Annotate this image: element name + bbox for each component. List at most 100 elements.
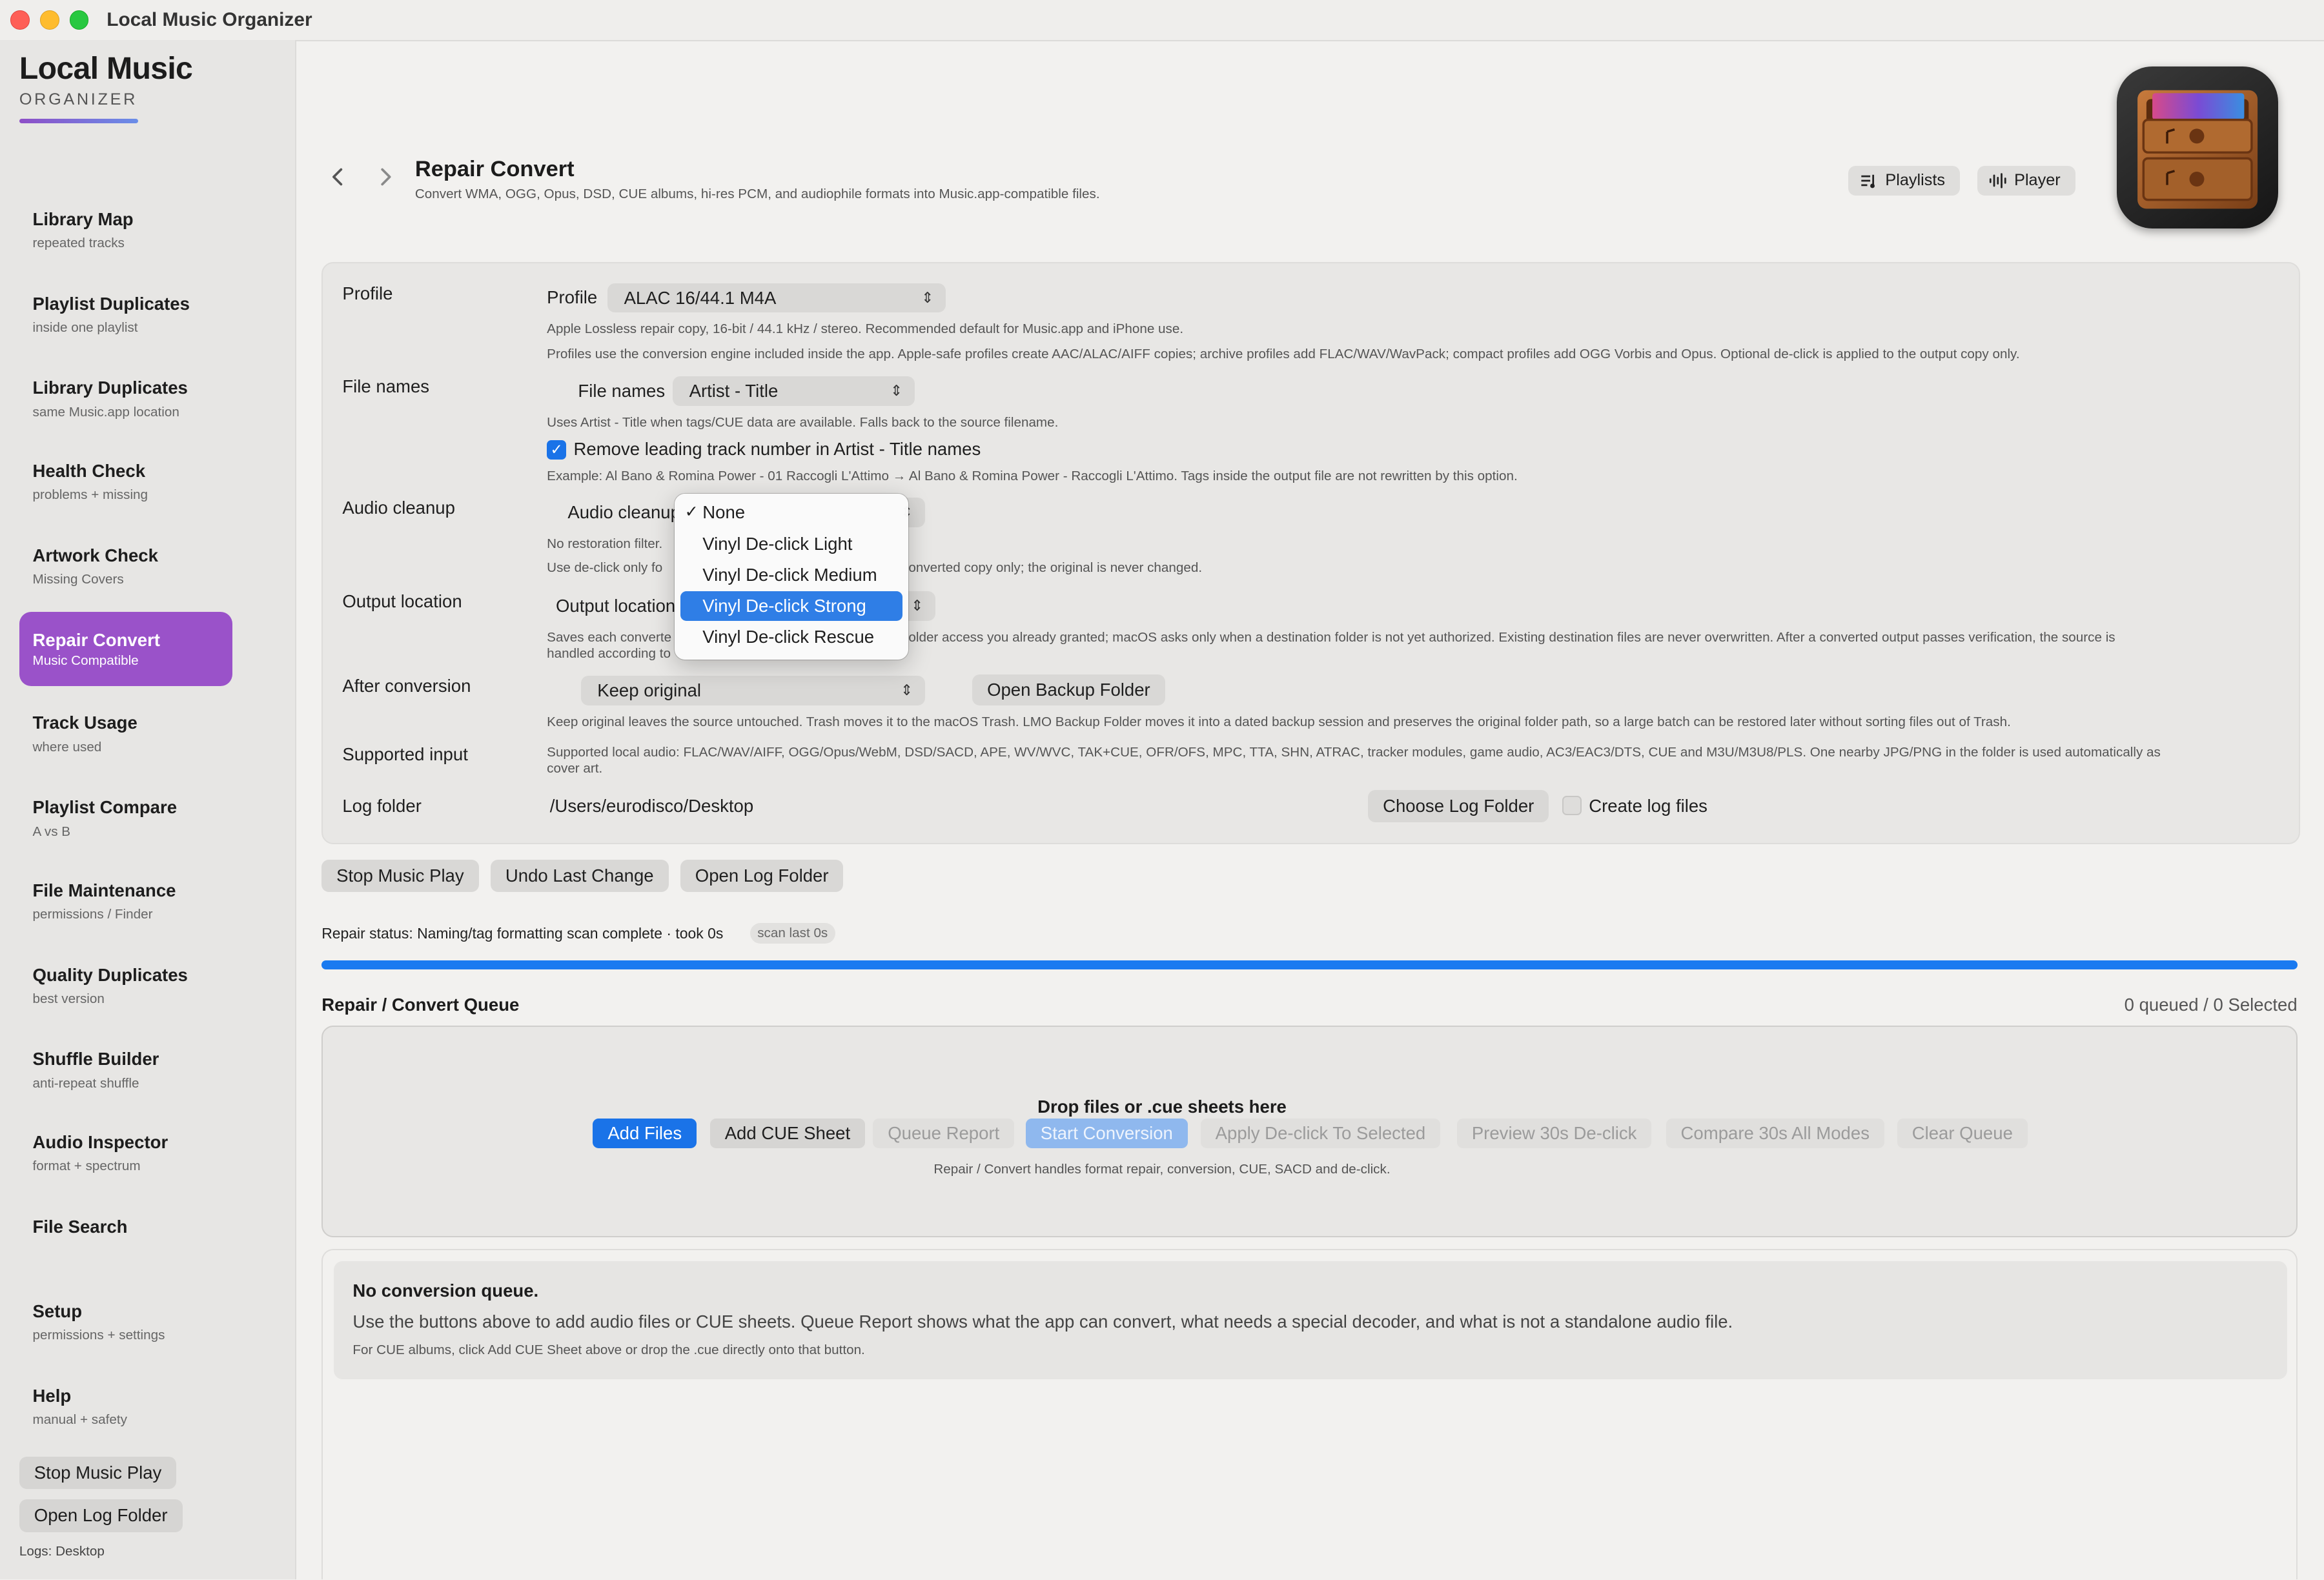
zoom-window-button[interactable] <box>69 10 89 30</box>
sidebar-item-quality-duplicates[interactable]: Quality Duplicates best version <box>19 956 233 1030</box>
sidebar-item-sub: permissions / Finder <box>32 907 153 922</box>
sidebar-item-artwork-check[interactable]: Artwork Check Missing Covers <box>19 536 233 611</box>
sidebar-item-file-maintenance[interactable]: File Maintenance permissions / Finder <box>19 871 233 946</box>
page-title: Repair Convert <box>414 157 575 182</box>
file-names-popup[interactable]: Artist - Title ⇕ <box>673 376 915 407</box>
queue-count: 0 queued / 0 Selected <box>2124 994 2298 1015</box>
sidebar-item-playlist-duplicates[interactable]: Playlist Duplicates inside one playlist <box>19 285 233 359</box>
audio-cleanup-row-label: Audio cleanup <box>342 498 455 518</box>
empty-state-title: No conversion queue. <box>352 1280 539 1301</box>
sidebar-item-label: Library Map <box>32 208 134 229</box>
stop-music-play-button[interactable]: Stop Music Play <box>321 859 479 893</box>
output-note-left: Saves each converte <box>547 629 672 645</box>
open-log-folder-button[interactable]: Open Log Folder <box>680 859 844 893</box>
add-cue-sheet-button[interactable]: Add CUE Sheet <box>709 1119 866 1149</box>
compare-all-modes-button[interactable]: Compare 30s All Modes <box>1666 1119 1884 1149</box>
sidebar-item-label: File Maintenance <box>32 880 176 900</box>
sidebar-item-audio-inspector[interactable]: Audio Inspector format + spectrum <box>19 1123 233 1197</box>
menu-item-none[interactable]: ✓ None <box>680 498 902 527</box>
sidebar-item-sub: repeated tracks <box>32 236 125 251</box>
apply-declick-button[interactable]: Apply De-click To Selected <box>1200 1119 1441 1149</box>
updown-chevron-icon: ⇕ <box>901 681 913 698</box>
chevron-right-icon[interactable] <box>376 166 394 193</box>
sidebar-item-sub: where used <box>32 739 102 755</box>
choose-log-folder-button[interactable]: Choose Log Folder <box>1368 789 1549 823</box>
menu-item-label: Vinyl De-click Medium <box>702 564 877 585</box>
menu-item-vinyl-declick-rescue[interactable]: Vinyl De-click Rescue <box>680 622 902 652</box>
minimize-window-button[interactable] <box>39 10 59 30</box>
create-log-files-label: Create log files <box>1589 795 1707 816</box>
sidebar-item-file-search[interactable]: File Search <box>19 1208 233 1282</box>
sidebar-open-log-button[interactable]: Open Log Folder <box>19 1499 183 1532</box>
sidebar-item-label: File Search <box>32 1216 128 1237</box>
waveform-icon <box>1989 166 2007 206</box>
repair-progress-fill <box>321 960 2298 969</box>
sidebar-item-playlist-compare[interactable]: Playlist Compare A vs B <box>19 788 233 862</box>
start-conversion-button[interactable]: Start Conversion <box>1025 1119 1188 1149</box>
sidebar-item-repair-convert[interactable]: Repair Convert Music Compatible <box>19 612 233 686</box>
preview-declick-button[interactable]: Preview 30s De-click <box>1456 1119 1652 1149</box>
profile-popup[interactable]: ALAC 16/44.1 M4A ⇕ <box>607 283 946 313</box>
repair-status-text: Repair status: Naming/tag formatting sca… <box>321 924 724 942</box>
sidebar-item-label: Playlist Duplicates <box>32 293 190 314</box>
after-conversion-note: Keep original leaves the source untouche… <box>547 714 2011 729</box>
window-title: Local Music Organizer <box>107 8 312 30</box>
updown-chevron-icon: ⇕ <box>921 289 934 306</box>
sidebar-item-label: Help <box>32 1385 72 1406</box>
audio-cleanup-note: No restoration filter. <box>547 536 663 552</box>
menu-item-vinyl-declick-medium[interactable]: Vinyl De-click Medium <box>680 560 902 590</box>
sidebar-item-setup[interactable]: Setup permissions + settings <box>19 1292 233 1366</box>
sidebar-item-sub: Music Compatible <box>32 653 139 669</box>
output-note-line2: handled according to <box>547 646 671 661</box>
chevron-left-icon[interactable] <box>329 166 347 193</box>
output-location-row-label: Output location <box>342 591 462 612</box>
undo-last-change-button[interactable]: Undo Last Change <box>490 859 669 893</box>
file-names-example: Example: Al Bano & Romina Power - 01 Rac… <box>547 468 1518 483</box>
drop-zone-hint: Repair / Convert handles format repair, … <box>933 1161 1391 1177</box>
sidebar-stop-music-button[interactable]: Stop Music Play <box>19 1456 177 1490</box>
clear-queue-button[interactable]: Clear Queue <box>1897 1119 2028 1149</box>
sidebar-item-track-usage[interactable]: Track Usage where used <box>19 704 233 778</box>
audio-cleanup-declick-note-right: onverted copy only; the original is neve… <box>908 560 1203 575</box>
sidebar-item-library-duplicates[interactable]: Library Duplicates same Music.app locati… <box>19 369 233 443</box>
sidebar-item-help[interactable]: Help manual + safety <box>19 1377 233 1451</box>
sidebar-item-label: Health Check <box>32 461 146 481</box>
file-names-control-label: File names <box>578 381 666 401</box>
audio-cleanup-control-label: Audio cleanup <box>567 502 680 523</box>
sidebar-item-health-check[interactable]: Health Check problems + missing <box>19 452 233 526</box>
updown-chevron-icon: ⇕ <box>890 382 903 400</box>
menu-item-label: Vinyl De-click Strong <box>702 596 866 616</box>
playlists-button[interactable]: Playlists <box>1848 166 1960 196</box>
checkmark-icon: ✓ <box>684 503 698 522</box>
menu-item-vinyl-declick-light[interactable]: Vinyl De-click Light <box>680 529 902 559</box>
queue-report-button[interactable]: Queue Report <box>873 1119 1015 1149</box>
supported-input-note: Supported local audio: FLAC/WAV/AIFF, OG… <box>547 744 2161 776</box>
sidebar-item-sub: inside one playlist <box>32 319 138 335</box>
audio-cleanup-declick-note-left: Use de-click only fo <box>547 560 663 575</box>
menu-item-vinyl-declick-strong[interactable]: Vinyl De-click Strong <box>680 591 903 621</box>
create-log-files-checkbox[interactable] <box>1562 795 1582 815</box>
playlists-button-label: Playlists <box>1885 171 1945 190</box>
sidebar-item-sub: same Music.app location <box>32 404 179 420</box>
profile-row-label: Profile <box>342 283 393 303</box>
remove-track-number-checkbox[interactable]: ✓ <box>547 440 567 460</box>
page-subtitle: Convert WMA, OGG, Opus, DSD, CUE albums,… <box>414 187 1100 202</box>
log-folder-path: /Users/eurodisco/Desktop <box>549 795 754 816</box>
add-files-button[interactable]: Add Files <box>593 1119 697 1149</box>
sidebar-item-sub: anti-repeat shuffle <box>32 1075 139 1091</box>
sidebar-item-sub: A vs B <box>32 824 71 839</box>
close-window-button[interactable] <box>10 10 30 30</box>
log-folder-row-label: Log folder <box>342 795 422 816</box>
sidebar-item-label: Artwork Check <box>32 545 158 565</box>
remove-track-number-label: Remove leading track number in Artist - … <box>573 438 981 459</box>
after-conversion-popup[interactable]: Keep original ⇕ <box>580 675 925 705</box>
sidebar-item-library-map[interactable]: Library Map repeated tracks <box>19 200 233 274</box>
player-button-label: Player <box>2014 171 2061 190</box>
updown-chevron-icon: ⇕ <box>911 597 924 614</box>
player-button[interactable]: Player <box>1977 166 2075 196</box>
open-backup-folder-button[interactable]: Open Backup Folder <box>972 674 1165 705</box>
playlist-icon <box>1860 166 1878 206</box>
sidebar-item-sub: manual + safety <box>32 1412 127 1427</box>
brand-underline <box>19 118 138 123</box>
profile-note: Apple Lossless repair copy, 16-bit / 44.… <box>547 321 1184 337</box>
